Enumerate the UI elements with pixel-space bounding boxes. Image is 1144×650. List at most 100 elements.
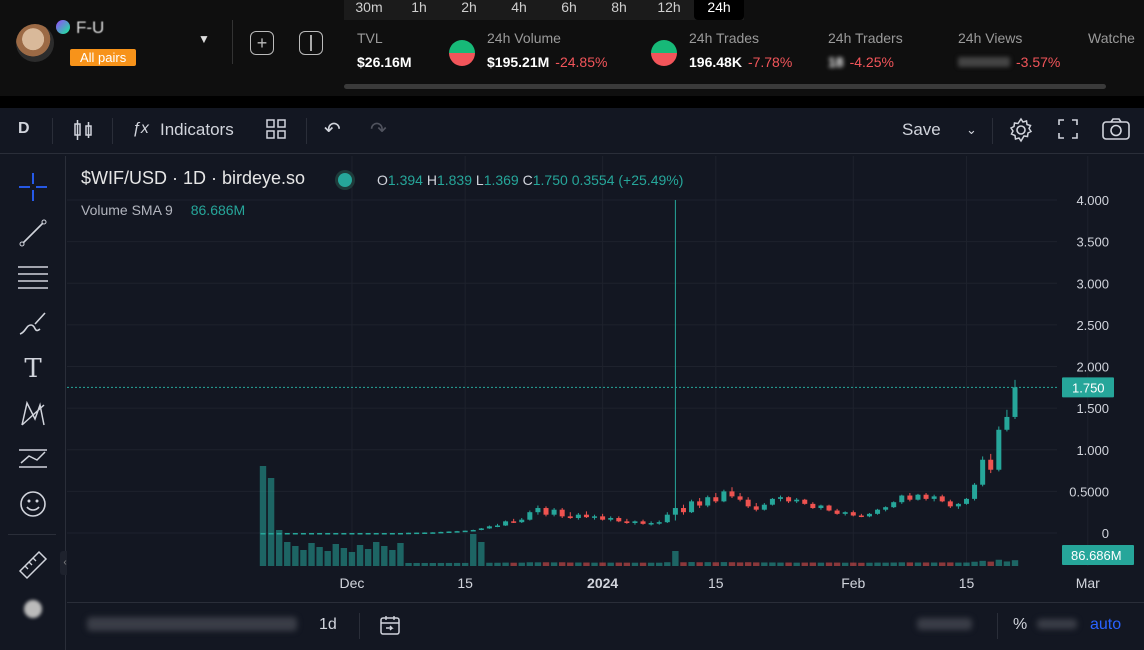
date-range-buttons[interactable] (87, 617, 297, 631)
volume-bar (793, 562, 800, 566)
price-chart[interactable]: 4.000 3.500 3.000 2.500 2.000 1.500 1.000 0.500… (67, 156, 1144, 600)
candle-body (972, 484, 978, 499)
volume-bar (914, 562, 922, 566)
stat-tvl: TVL $26.16M (357, 30, 411, 70)
fx-icon[interactable]: ƒx (132, 120, 149, 138)
save-button[interactable]: Save (902, 120, 941, 140)
candle-body (632, 521, 638, 524)
timeframe-tab-12h[interactable]: 12h (644, 0, 694, 20)
volume-bar (777, 562, 784, 566)
x-tick-label: 15 (457, 575, 473, 591)
high-value: 1.839 (436, 172, 472, 188)
y-tick-label: 4.000 (1076, 193, 1109, 208)
volume-bar (947, 562, 954, 566)
add-icon[interactable]: + (250, 31, 274, 55)
pair-selector[interactable]: F-U All pairs ▼ (10, 18, 225, 68)
timeframe-tab-30m[interactable]: 30m (344, 0, 394, 20)
auto-scale-button[interactable]: auto (1090, 616, 1121, 634)
volume-bar (413, 562, 420, 566)
timeframe-tab-6h[interactable]: 6h (544, 0, 594, 20)
divider (359, 613, 360, 639)
timezone-display[interactable] (917, 618, 972, 630)
candle-body (753, 506, 759, 510)
goto-date-icon[interactable] (379, 614, 401, 641)
candle-body (349, 532, 355, 535)
redo-icon[interactable]: ↷ (370, 117, 387, 142)
crosshair-icon[interactable] (16, 170, 50, 204)
volume-bar (688, 562, 695, 566)
screenshot-camera-icon[interactable] (1101, 117, 1131, 146)
candle-body (551, 509, 557, 515)
all-pairs-badge[interactable]: All pairs (70, 49, 137, 66)
split-view-icon[interactable] (299, 31, 323, 55)
timeframe-tab-1h[interactable]: 1h (394, 0, 444, 20)
candle-body (503, 521, 509, 526)
candle-body (761, 504, 767, 510)
stats-scrollbar[interactable] (344, 84, 1106, 89)
forecast-icon[interactable] (16, 442, 50, 476)
candle-body (923, 494, 929, 499)
chevron-down-icon[interactable]: ▼ (198, 32, 210, 46)
log-scale-button[interactable] (1037, 619, 1077, 629)
stat-trades: 24h Trades 196.48K -7.78% (689, 30, 792, 70)
volume-bar (381, 546, 388, 566)
fullscreen-icon[interactable] (1057, 118, 1079, 145)
brush-icon[interactable] (16, 307, 50, 341)
volume-bar (453, 562, 461, 566)
interval-1d-button[interactable]: 1d (319, 616, 337, 634)
volume-bar (866, 562, 873, 566)
pattern-icon[interactable] (16, 397, 50, 431)
divider (52, 118, 53, 144)
candle-body (284, 532, 290, 535)
interval-button[interactable]: D (18, 120, 30, 138)
text-tool-icon[interactable]: T (16, 352, 50, 386)
ruler-icon[interactable] (16, 548, 50, 582)
candle-body (494, 525, 500, 528)
timeframe-tab-2h[interactable]: 2h (444, 0, 494, 20)
candle-body (891, 502, 897, 508)
candle-body (624, 521, 630, 524)
divider (306, 118, 307, 144)
market-status-dot (338, 173, 352, 187)
volume-bar (478, 542, 485, 566)
chart-area[interactable]: 4.000 3.500 3.000 2.500 2.000 1.500 1.000 0.500… (67, 156, 1144, 600)
candle-body (1004, 416, 1010, 430)
volume-bar (324, 551, 331, 566)
candle-body (947, 501, 953, 507)
settings-gear-icon[interactable] (1008, 117, 1034, 148)
candle-body (608, 518, 614, 520)
candle-body (778, 497, 784, 499)
trend-line-icon[interactable] (16, 216, 50, 250)
volume-bar (696, 562, 703, 566)
chevron-down-icon[interactable]: ⌄ (966, 122, 977, 138)
stat-label: Watche (1088, 30, 1135, 46)
timeframe-tab-24h[interactable]: 24h (694, 0, 744, 20)
volume-bar (736, 562, 744, 566)
volume-bar (890, 562, 897, 566)
divider (997, 613, 998, 639)
candle-body (842, 512, 848, 514)
candle-body (373, 532, 379, 535)
stat-volume: 24h Volume $195.21M -24.85% (487, 30, 607, 70)
candle-body (1012, 387, 1018, 417)
timeframe-tab-4h[interactable]: 4h (494, 0, 544, 20)
indicators-button[interactable]: Indicators (160, 120, 234, 140)
candle-body (511, 521, 517, 523)
magnet-icon[interactable] (16, 592, 50, 626)
last-volume-label: 86.686M (1071, 548, 1122, 563)
volume-bar (591, 562, 598, 566)
candles-icon[interactable] (72, 118, 94, 147)
emoji-icon[interactable] (16, 487, 50, 521)
volume-bar (801, 562, 808, 566)
undo-icon[interactable]: ↶ (324, 117, 341, 142)
candle-body (826, 505, 832, 511)
horizontal-lines-icon[interactable] (16, 261, 50, 295)
candle-body (818, 505, 824, 509)
percent-scale-button[interactable]: % (1013, 616, 1027, 634)
ohlc-legend: O1.394 H1.839 L1.369 C1.750 0.3554 (+25.… (377, 172, 683, 188)
layout-grid-icon[interactable] (265, 118, 287, 145)
volume-bar (599, 562, 606, 566)
timeframe-tab-8h[interactable]: 8h (594, 0, 644, 20)
stat-label: 24h Volume (487, 30, 561, 46)
candle-body (389, 532, 395, 535)
